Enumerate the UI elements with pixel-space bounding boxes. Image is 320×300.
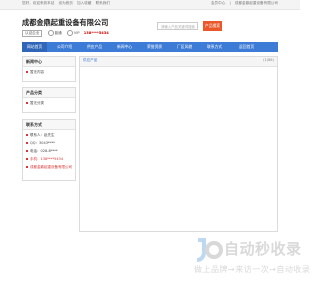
sidebar-contact-panel: 联系方式 联系人：赵先生 QQ：3043**** 电话：028-8**** 手机…	[22, 119, 76, 181]
search-button[interactable]: 产品搜索	[203, 21, 222, 31]
watermark-logo-text: 自动秒收录	[224, 240, 302, 258]
nav-item-back-home[interactable]: 返回首页	[239, 42, 254, 52]
top-right-links: 会员中心 | 成都金鼎起重设备有限公司	[208, 1, 278, 6]
page-count: (1/88)	[263, 58, 274, 62]
bullet-icon	[26, 166, 28, 168]
nav-item-home[interactable]: 网站首页	[22, 42, 48, 52]
main-content-panel: 供应产品 (1/88)	[79, 56, 278, 232]
nav-item-news[interactable]: 新闻中心	[117, 42, 132, 52]
sidebar-products-panel: 产品分类 暂无分类	[22, 87, 76, 113]
top-link-welcome: 您好，欢迎来到本站	[22, 1, 55, 5]
bullet-icon	[26, 71, 28, 73]
contact-tel: 电话：028-8****	[23, 149, 75, 154]
watermark: 自动秒收录 做上品牌→来访一次→自动收录	[194, 238, 310, 292]
option-radio-2[interactable]	[66, 30, 73, 36]
bullet-icon	[26, 102, 28, 104]
top-link-favorite[interactable]: 加入收藏	[77, 1, 91, 5]
option-label-2: VIP	[73, 31, 80, 35]
search-input[interactable]: 请输入产品关键词搜索	[157, 22, 198, 30]
sidebar-news-title: 新闻中心	[23, 57, 75, 67]
header-phone: 138****5434	[83, 31, 109, 35]
top-link-member[interactable]: 会员中心	[211, 1, 225, 5]
bullet-icon	[26, 142, 28, 144]
top-link-home[interactable]: 设为首页	[59, 1, 73, 5]
contact-mobile: 手机：138****5434	[23, 157, 75, 162]
option-label-1: 普通	[54, 31, 62, 35]
bullet-icon	[26, 158, 28, 160]
company-name: 成都金鼎起重设备有限公司	[22, 18, 109, 27]
main-nav: 网站首页 公司介绍 供应产品 新闻中心 荣誉资质 厂区风貌 联系方式 返回首页	[22, 42, 278, 52]
breadcrumb[interactable]: 供应产品	[83, 58, 97, 63]
main-header-bar: 供应产品 (1/88)	[80, 57, 277, 67]
sidebar-news-item[interactable]: 暂无内容	[23, 70, 75, 75]
top-link-contact[interactable]: 联系我们	[96, 1, 110, 5]
watermark-tagline: 做上品牌→来访一次→自动收录	[194, 265, 311, 274]
top-link-company[interactable]: 成都金鼎起重设备有限公司	[235, 1, 278, 5]
sidebar-contact-title: 联系方式	[23, 120, 75, 130]
nav-item-honors[interactable]: 荣誉资质	[147, 42, 162, 52]
bullet-icon	[26, 150, 28, 152]
top-left-links: 您好，欢迎来到本站 设为首页 加入收藏 联系我们	[22, 1, 113, 6]
contact-person: 联系人：赵先生	[23, 133, 75, 138]
certified-badge: 认证企业	[22, 30, 43, 37]
sidebar-news-panel: 新闻中心 暂无内容	[22, 56, 76, 82]
watermark-logo-icon	[196, 238, 223, 262]
nav-item-contact[interactable]: 联系方式	[207, 42, 222, 52]
nav-item-products[interactable]: 供应产品	[87, 42, 102, 52]
company-subrow: 认证企业 普通 VIP 138****5434	[22, 30, 109, 37]
option-radio-1[interactable]	[47, 30, 54, 36]
nav-item-factory[interactable]: 厂区风貌	[177, 42, 192, 52]
top-utility-bar: 您好，欢迎来到本站 设为首页 加入收藏 联系我们 会员中心 | 成都金鼎起重设备…	[0, 0, 300, 10]
bullet-icon	[26, 134, 28, 136]
top-divider: |	[229, 1, 231, 5]
nav-item-about[interactable]: 公司介绍	[57, 42, 72, 52]
sidebar-products-title: 产品分类	[23, 88, 75, 98]
sidebar-product-item[interactable]: 暂无分类	[23, 101, 75, 106]
contact-company[interactable]: 成都金鼎起重设备有限公司	[23, 165, 75, 170]
contact-qq: QQ：3043****	[23, 141, 75, 146]
